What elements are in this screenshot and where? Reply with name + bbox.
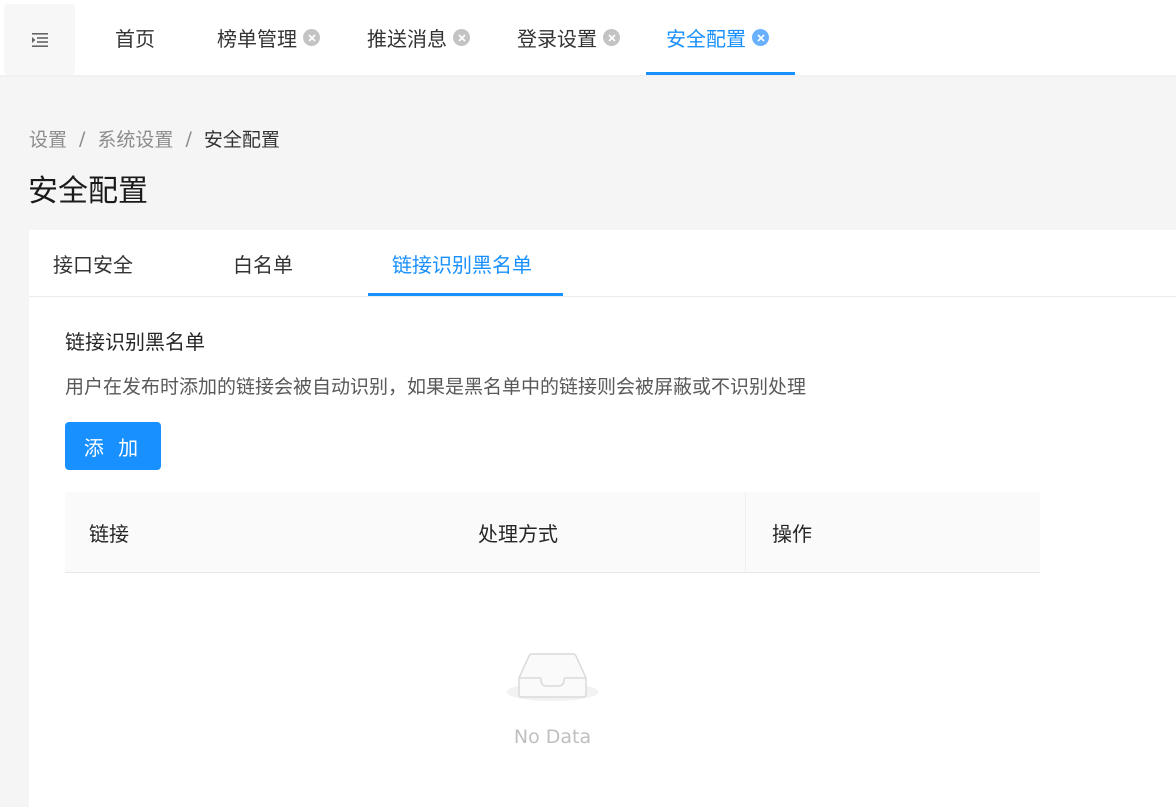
tab-label: 白名单 [233, 252, 293, 277]
top-tab-label: 登录设置 [517, 27, 597, 51]
inbox-empty-icon [506, 653, 599, 701]
column-header-handling: 处理方式 [478, 521, 558, 546]
blacklist-table: 链接 处理方式 操作 No Data [65, 492, 1040, 748]
table-header: 链接 处理方式 操作 [65, 492, 1040, 573]
breadcrumb-separator: / [79, 127, 86, 150]
top-tab-push-messages[interactable]: 推送消息 [367, 0, 470, 75]
section-description: 用户在发布时添加的链接会被自动识别，如果是黑名单中的链接则会被屏蔽或不识别处理 [65, 376, 807, 398]
page-title: 安全配置 [28, 174, 148, 209]
top-tab-label: 首页 [115, 27, 155, 51]
tab-link-blacklist[interactable]: 链接识别黑名单 [392, 230, 532, 296]
close-icon[interactable] [603, 29, 620, 46]
active-inner-tab-indicator [368, 293, 563, 296]
top-tab-login-settings[interactable]: 登录设置 [517, 0, 620, 75]
top-tab-label: 推送消息 [367, 27, 447, 51]
empty-state: No Data [505, 642, 600, 748]
tab-label: 接口安全 [53, 252, 133, 277]
top-tab-security-config[interactable]: 安全配置 [666, 0, 769, 75]
column-header-actions: 操作 [772, 521, 812, 546]
breadcrumb: 设置 / 系统设置 / 安全配置 [29, 125, 280, 152]
tab-whitelist[interactable]: 白名单 [233, 230, 293, 296]
menu-fold-button[interactable] [4, 4, 75, 75]
menu-fold-icon [31, 32, 48, 47]
breadcrumb-item-current: 安全配置 [203, 129, 280, 151]
breadcrumb-separator: / [185, 127, 192, 150]
top-tab-home[interactable]: 首页 [115, 0, 155, 75]
top-tab-label: 安全配置 [666, 27, 746, 51]
top-tab-label: 榜单管理 [217, 27, 297, 51]
empty-text: No Data [513, 726, 592, 748]
close-icon[interactable] [752, 29, 769, 46]
breadcrumb-item-settings[interactable]: 设置 [29, 125, 67, 152]
column-header-link: 链接 [89, 521, 129, 546]
column-divider [745, 492, 746, 572]
top-tab-ranking-management[interactable]: 榜单管理 [217, 0, 320, 75]
add-button[interactable]: 添 加 [65, 422, 161, 470]
top-tab-bar: 首页 榜单管理 推送消息 登录设置 安全配置 [0, 0, 1176, 75]
close-icon[interactable] [453, 29, 470, 46]
breadcrumb-item-system-settings[interactable]: 系统设置 [97, 125, 173, 152]
inner-tab-bar: 接口安全 白名单 链接识别黑名单 [29, 230, 1176, 297]
tab-api-security[interactable]: 接口安全 [53, 230, 133, 296]
tab-label: 链接识别黑名单 [392, 252, 532, 277]
section-title: 链接识别黑名单 [65, 330, 205, 354]
content-card: 接口安全 白名单 链接识别黑名单 链接识别黑名单 用户在发布时添加的链接会被自动… [29, 230, 1176, 807]
close-icon[interactable] [303, 29, 320, 46]
active-tab-indicator [646, 72, 795, 75]
